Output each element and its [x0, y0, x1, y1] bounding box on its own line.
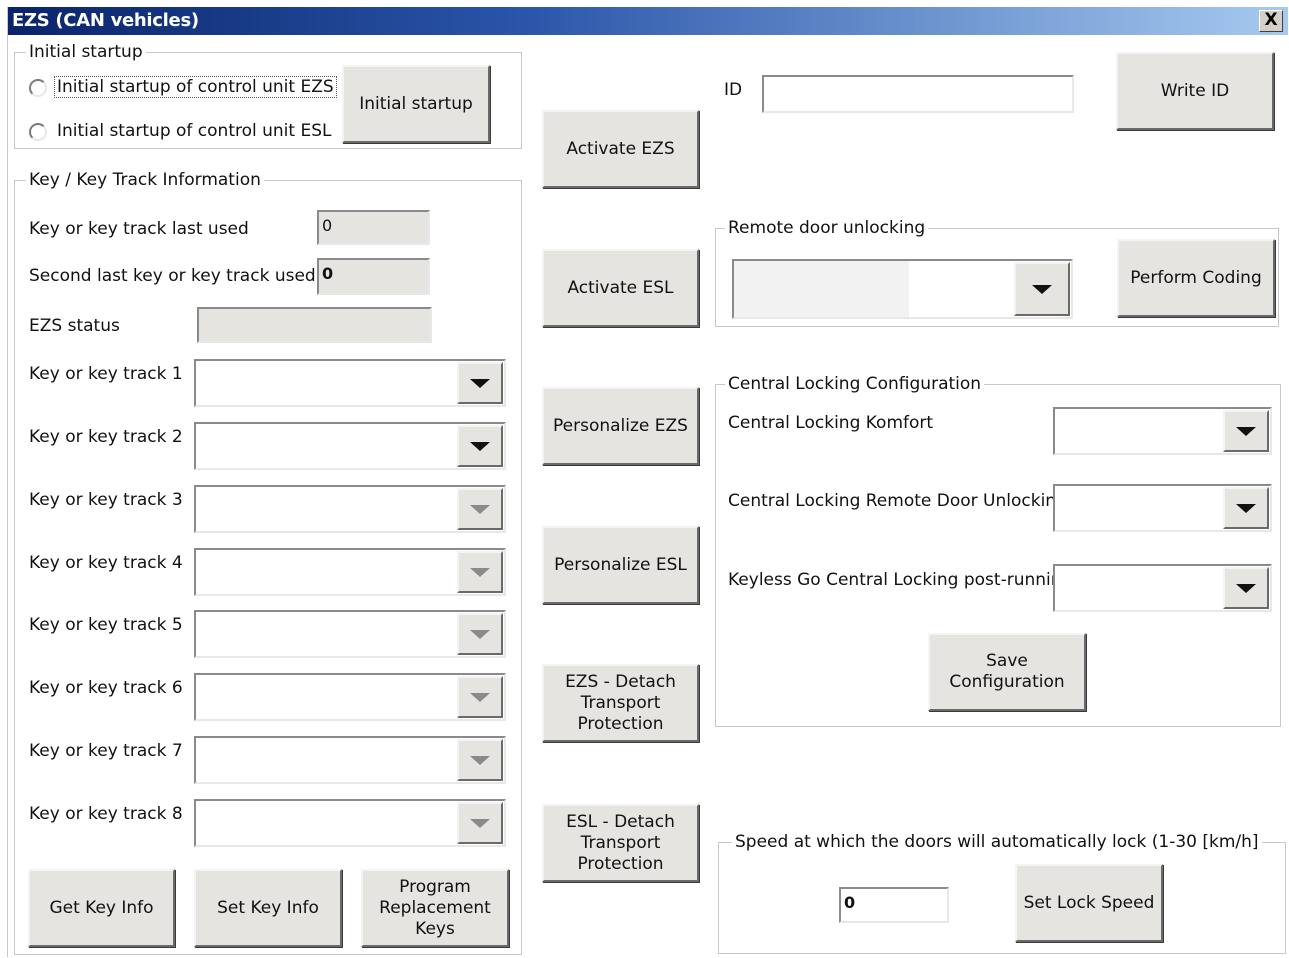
key-track-3-select[interactable] [194, 485, 506, 533]
key-track-5-label: Key or key track 5 [29, 615, 183, 635]
keyless-go-select[interactable] [1053, 564, 1272, 612]
id-input[interactable] [762, 75, 1074, 113]
key-track-4-label: Key or key track 4 [29, 553, 183, 573]
id-label: ID [724, 80, 743, 100]
remote-door-group-title: Remote door unlocking [725, 218, 929, 238]
key-track-3-label: Key or key track 3 [29, 490, 183, 510]
key-track-2-select[interactable] [194, 422, 506, 470]
chevron-down-icon[interactable] [457, 488, 503, 530]
lock-speed-input[interactable]: 0 [839, 887, 949, 923]
activate-ezs-button[interactable]: Activate EZS [542, 110, 699, 188]
ezs-status-field [197, 307, 432, 343]
chevron-down-icon[interactable] [457, 362, 503, 404]
set-key-info-button[interactable]: Set Key Info [194, 869, 342, 947]
ezs-detach-transport-protection-button[interactable]: EZS - Detach Transport Protection [542, 664, 699, 742]
initial-startup-button[interactable]: Initial startup [342, 65, 490, 143]
chevron-down-icon[interactable] [457, 551, 503, 593]
key-track-7-select[interactable] [194, 736, 506, 784]
last-used-field: 0 [317, 210, 430, 245]
key-track-2-label: Key or key track 2 [29, 427, 183, 447]
key-track-8-label: Key or key track 8 [29, 804, 183, 824]
personalize-esl-button[interactable]: Personalize ESL [542, 526, 699, 604]
chevron-down-icon[interactable] [457, 425, 503, 467]
set-lock-speed-button[interactable]: Set Lock Speed [1015, 864, 1163, 942]
central-locking-komfort-select[interactable] [1053, 407, 1272, 455]
chevron-down-icon[interactable] [1223, 487, 1269, 529]
key-track-7-label: Key or key track 7 [29, 741, 183, 761]
key-track-1-label: Key or key track 1 [29, 364, 183, 384]
chevron-down-icon[interactable] [457, 613, 503, 655]
second-last-field: 0 [317, 258, 430, 295]
chevron-down-icon[interactable] [1014, 262, 1070, 316]
title-bar: EZS (CAN vehicles) X [8, 7, 1288, 35]
key-track-4-select[interactable] [194, 548, 506, 596]
esl-detach-transport-protection-button[interactable]: ESL - Detach Transport Protection [542, 804, 699, 882]
central-locking-remote-label: Central Locking Remote Door Unlocking [728, 491, 1067, 511]
key-info-group-title: Key / Key Track Information [26, 170, 264, 190]
radio-initial-startup-esl[interactable] [29, 123, 47, 141]
keyless-go-label: Keyless Go Central Locking post-running [728, 570, 1073, 590]
get-key-info-button[interactable]: Get Key Info [28, 869, 175, 947]
chevron-down-icon[interactable] [457, 676, 503, 718]
remote-door-select[interactable] [732, 259, 1073, 319]
activate-esl-button[interactable]: Activate ESL [542, 249, 699, 327]
second-last-label: Second last key or key track used [29, 266, 316, 286]
key-track-5-select[interactable] [194, 610, 506, 658]
key-track-6-label: Key or key track 6 [29, 678, 183, 698]
key-track-8-select[interactable] [194, 799, 506, 847]
chevron-down-icon[interactable] [1223, 567, 1269, 609]
speed-lock-group [718, 842, 1286, 954]
save-configuration-button[interactable]: Save Configuration [928, 633, 1086, 711]
ezs-status-label: EZS status [29, 316, 120, 336]
chevron-down-icon[interactable] [457, 802, 503, 844]
window-title: EZS (CAN vehicles) [12, 10, 199, 31]
personalize-ezs-button[interactable]: Personalize EZS [542, 387, 699, 465]
central-locking-komfort-label: Central Locking Komfort [728, 413, 934, 433]
central-locking-remote-select[interactable] [1053, 484, 1272, 532]
initial-startup-group-title: Initial startup [26, 42, 146, 62]
central-locking-group-title: Central Locking Configuration [725, 374, 985, 394]
chevron-down-icon[interactable] [457, 739, 503, 781]
write-id-button[interactable]: Write ID [1116, 52, 1274, 130]
key-track-6-select[interactable] [194, 673, 506, 721]
radio-initial-startup-ezs[interactable] [29, 79, 47, 97]
key-track-1-select[interactable] [194, 359, 506, 407]
perform-coding-button[interactable]: Perform Coding [1117, 239, 1275, 317]
program-replacement-keys-button[interactable]: Program Replacement Keys [361, 869, 509, 947]
close-button[interactable]: X [1259, 10, 1283, 32]
radio-esl-label[interactable]: Initial startup of control unit ESL [57, 121, 331, 141]
radio-ezs-label[interactable]: Initial startup of control unit EZS [54, 76, 337, 98]
last-used-label: Key or key track last used [29, 219, 249, 239]
speed-lock-group-title: Speed at which the doors will automatica… [732, 832, 1262, 852]
ezs-window: EZS (CAN vehicles) X Initial startup Ini… [7, 7, 1288, 957]
chevron-down-icon[interactable] [1223, 410, 1269, 452]
